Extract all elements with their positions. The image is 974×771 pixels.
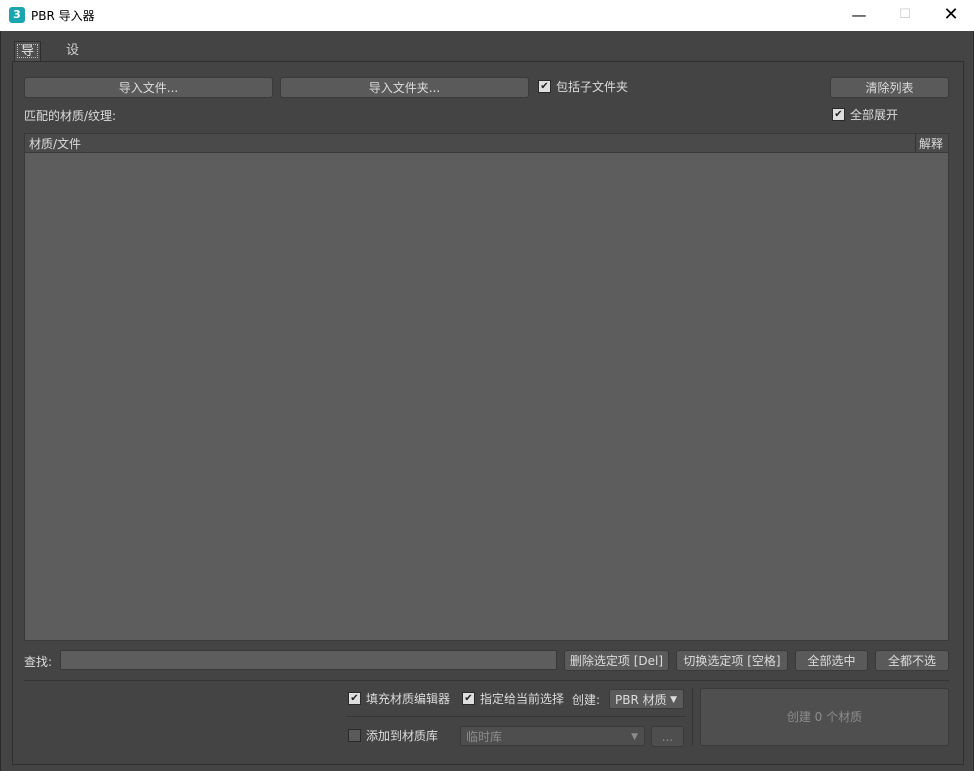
include-subfolders-label: 包括子文件夹 bbox=[556, 80, 629, 94]
check-icon: ✔ bbox=[462, 692, 475, 705]
select-none-button[interactable]: 全都不选 bbox=[875, 650, 949, 671]
left-edge bbox=[0, 31, 1, 771]
fill-material-editor-checkbox[interactable]: ✔ 填充材质编辑器 bbox=[348, 691, 450, 707]
options-divider bbox=[346, 716, 686, 717]
import-files-button[interactable]: 导入文件... bbox=[24, 77, 273, 98]
column-header-material-file[interactable]: 材质/文件 bbox=[29, 135, 81, 152]
remove-selected-button[interactable]: 删除选定项 [Del] bbox=[564, 650, 669, 671]
list-header: 材质/文件 解释 bbox=[25, 134, 948, 153]
app-logo-icon: 3 bbox=[9, 7, 25, 23]
dropdown-arrow-icon: ▼ bbox=[670, 695, 677, 705]
toggle-selected-button[interactable]: 切换选定项 [空格] bbox=[676, 650, 788, 671]
create-type-select[interactable]: PBR 材质 ▼ bbox=[609, 689, 684, 709]
create-type-value: PBR 材质 bbox=[615, 693, 667, 707]
check-icon: ✔ bbox=[832, 108, 845, 121]
check-icon: ✔ bbox=[348, 692, 361, 705]
material-list[interactable]: 材质/文件 解释 bbox=[24, 133, 949, 641]
expand-all-checkbox[interactable]: ✔ 全部展开 bbox=[832, 107, 898, 123]
create-label: 创建: bbox=[572, 693, 601, 707]
tab-settings[interactable]: 设置 bbox=[60, 41, 85, 77]
unchecked-box-icon bbox=[348, 729, 361, 742]
minimize-button[interactable]: — bbox=[836, 0, 882, 31]
add-to-library-checkbox[interactable]: 添加到材质库 bbox=[348, 728, 438, 744]
search-input[interactable] bbox=[60, 650, 557, 670]
create-materials-button[interactable]: 创建 0 个材质 bbox=[700, 688, 949, 746]
title-bar: 3 PBR 导入器 — ☐ ✕ bbox=[0, 0, 974, 31]
matched-materials-label: 匹配的材质/纹理: bbox=[24, 109, 117, 123]
fill-material-editor-label: 填充材质编辑器 bbox=[366, 692, 451, 706]
tab-import[interactable]: 导入 bbox=[14, 41, 42, 78]
import-folder-button[interactable]: 导入文件夹... bbox=[280, 77, 529, 98]
library-value: 临时库 bbox=[466, 730, 503, 744]
search-label: 查找: bbox=[24, 655, 53, 669]
column-header-interpretation[interactable]: 解释 bbox=[919, 135, 943, 152]
clear-list-button[interactable]: 清除列表 bbox=[830, 77, 949, 98]
dropdown-arrow-icon: ▼ bbox=[631, 732, 638, 742]
options-vertical-divider bbox=[692, 688, 693, 746]
include-subfolders-checkbox[interactable]: ✔ 包括子文件夹 bbox=[538, 79, 628, 95]
maximize-button[interactable]: ☐ bbox=[882, 0, 928, 31]
close-button[interactable]: ✕ bbox=[928, 0, 974, 31]
add-to-library-label: 添加到材质库 bbox=[366, 729, 439, 743]
assign-to-selection-label: 指定给当前选择 bbox=[480, 692, 565, 706]
expand-all-label: 全部展开 bbox=[850, 108, 899, 122]
window-title: PBR 导入器 bbox=[31, 9, 95, 23]
check-icon: ✔ bbox=[538, 80, 551, 93]
section-divider bbox=[24, 680, 949, 681]
select-all-button[interactable]: 全部选中 bbox=[795, 650, 868, 671]
column-divider[interactable] bbox=[915, 134, 916, 152]
assign-to-selection-checkbox[interactable]: ✔ 指定给当前选择 bbox=[462, 691, 564, 707]
browse-library-button[interactable]: ... bbox=[651, 726, 684, 747]
library-select[interactable]: 临时库 ▼ bbox=[460, 726, 645, 746]
